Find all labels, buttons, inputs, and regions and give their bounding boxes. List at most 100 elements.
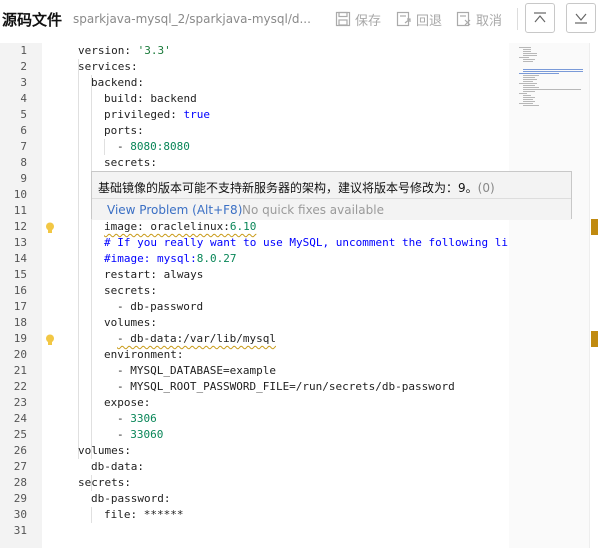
minimap-line xyxy=(519,103,533,104)
minimap-line xyxy=(523,51,531,52)
minimap-line xyxy=(523,97,535,98)
warning-marker[interactable] xyxy=(591,331,598,347)
hover-actions: View Problem (Alt+F8) No quick fixes ava… xyxy=(92,198,571,220)
line-number: 13 xyxy=(13,236,27,249)
code-line: privileged: true xyxy=(104,108,210,121)
minimap-line xyxy=(523,55,537,56)
header-divider xyxy=(517,8,518,30)
line-number: 14 xyxy=(13,252,27,265)
code-line: secrets: xyxy=(78,476,131,489)
code-line: volumes: xyxy=(78,444,131,457)
line-number: 3 xyxy=(20,76,27,89)
code-line: db-data: xyxy=(91,460,144,473)
minimap-line xyxy=(523,75,539,76)
code-line: restart: always xyxy=(104,268,204,281)
line-number: 20 xyxy=(13,348,27,361)
line-number: 4 xyxy=(20,92,27,105)
line-number: 22 xyxy=(13,380,27,393)
code-line: backend: xyxy=(91,76,144,89)
code-editor[interactable]: 1 2 3 4 5 6 7 8 9 10 11 12 13 14 15 16 17 18 19 20 21 22 23 24 2… xyxy=(0,43,599,548)
collapse-bottom-icon xyxy=(575,13,587,24)
minimap-line xyxy=(519,73,559,74)
code-line: secrets: xyxy=(104,156,157,169)
minimap-line xyxy=(523,71,583,72)
minimap-line xyxy=(523,49,531,50)
no-quick-fixes-label: No quick fixes available xyxy=(242,203,384,217)
code-line: db-password: xyxy=(91,492,171,505)
save-button[interactable]: 保存 xyxy=(335,8,381,30)
minimap-line xyxy=(523,53,537,54)
code-line: version: '3.3' xyxy=(78,44,171,57)
save-label: 保存 xyxy=(355,13,382,29)
indent-guide xyxy=(91,219,92,459)
code-line: #image: mysql:8.0.27 xyxy=(104,252,237,265)
line-number: 30 xyxy=(13,508,27,521)
line-number: 15 xyxy=(13,268,27,281)
view-problem-link[interactable]: View Problem (Alt+F8) xyxy=(107,203,242,217)
line-number: 25 xyxy=(13,428,27,441)
code-line: image: oraclelinux:6.10 xyxy=(104,220,257,233)
minimap-line xyxy=(519,57,529,58)
line-number: 7 xyxy=(20,140,27,153)
code-area[interactable]: version: '3.3' services: backend: build:… xyxy=(42,43,509,548)
minimap-line xyxy=(523,95,531,96)
code-line: expose: xyxy=(104,396,151,409)
minimap-line xyxy=(523,91,535,92)
revert-button[interactable]: 回退 xyxy=(396,8,442,30)
code-line: - db-password xyxy=(117,300,204,313)
code-line: build: backend xyxy=(104,92,197,105)
page-title: 源码文件 xyxy=(2,11,63,29)
minimap-line xyxy=(523,85,535,86)
code-line: services: xyxy=(78,60,138,73)
save-icon xyxy=(335,11,351,27)
line-number-gutter: 1 2 3 4 5 6 7 8 9 10 11 12 13 14 15 16 17 18 19 20 21 22 23 24 2… xyxy=(0,43,42,548)
line-number: 17 xyxy=(13,300,27,313)
warning-marker[interactable] xyxy=(591,219,598,235)
minimap-line xyxy=(519,83,537,84)
revert-icon xyxy=(396,11,411,27)
line-number: 6 xyxy=(20,124,27,137)
collapse-top-icon xyxy=(534,12,546,23)
line-number: 9 xyxy=(20,172,27,185)
minimap-line xyxy=(519,47,531,48)
code-line: volumes: xyxy=(104,316,157,329)
indent-guide xyxy=(104,139,105,155)
code-line: environment: xyxy=(104,348,184,361)
line-number: 21 xyxy=(13,364,27,377)
vertical-scrollbar[interactable] xyxy=(589,43,599,548)
minimap-line xyxy=(523,77,535,78)
code-line: - 3306 xyxy=(117,412,157,425)
line-number: 26 xyxy=(13,444,27,457)
code-line: file: ****** xyxy=(104,508,184,521)
minimap-line xyxy=(523,89,581,90)
line-number: 12 xyxy=(13,220,27,233)
cancel-button[interactable]: 取消 xyxy=(456,8,502,30)
code-line: - db-data:/var/lib/mysql xyxy=(117,332,276,345)
problem-hover: 基础镜像的版本可能不支持新服务器的架构，建议将版本号修改为：9。(0) View… xyxy=(91,171,572,220)
line-number: 27 xyxy=(13,460,27,473)
collapse-bottom-button[interactable] xyxy=(566,3,596,33)
minimap-line xyxy=(523,61,533,62)
file-path: sparkjava-mysql_2/sparkjava-mysql/d... xyxy=(73,12,311,26)
cancel-label: 取消 xyxy=(476,13,503,29)
line-number: 8 xyxy=(20,156,27,169)
code-line: secrets: xyxy=(104,284,157,297)
code-line: - MYSQL_ROOT_PASSWORD_FILE=/run/secrets/… xyxy=(117,380,455,393)
minimap-line xyxy=(523,79,537,80)
indent-guide xyxy=(78,59,79,459)
code-line: ports: xyxy=(104,124,144,137)
code-line: - 8080:8080 xyxy=(117,140,190,153)
line-number: 10 xyxy=(13,188,27,201)
cancel-icon xyxy=(456,11,471,27)
minimap[interactable] xyxy=(509,43,589,548)
minimap-line xyxy=(523,105,539,106)
line-number: 11 xyxy=(13,204,27,217)
code-line: - 33060 xyxy=(117,428,164,441)
line-number: 31 xyxy=(13,524,27,537)
line-number: 18 xyxy=(13,316,27,329)
collapse-top-button[interactable] xyxy=(525,3,555,33)
minimap-line xyxy=(523,99,533,100)
minimap-line xyxy=(519,93,527,94)
line-number: 29 xyxy=(13,492,27,505)
code-line: # If you really want to use MySQL, uncom… xyxy=(104,236,509,249)
